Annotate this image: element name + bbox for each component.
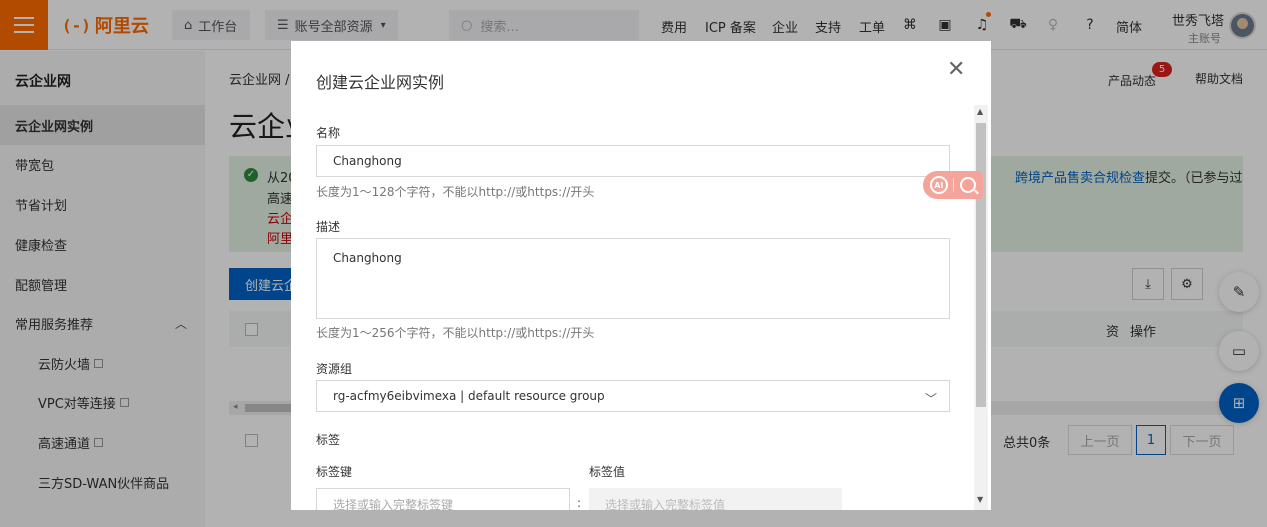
description-field[interactable]: Changhong	[316, 238, 950, 319]
name-field[interactable]: Changhong	[316, 145, 950, 177]
chevron-down-icon: ﹀	[924, 392, 937, 406]
vertical-scrollbar[interactable]: ▲ ▼	[974, 105, 988, 510]
resource-group-label: 资源组	[316, 362, 353, 376]
search-icon[interactable]	[960, 177, 977, 193]
ai-icon[interactable]: AI	[929, 176, 948, 194]
description-label: 描述	[316, 220, 341, 234]
description-hint: 长度为1～256个字符，不能以http://或https://开头	[316, 326, 595, 340]
dialog-title: 创建云企业网实例	[316, 73, 445, 92]
resource-group-select[interactable]: rg-acfmy6eibvimexa | default resource gr…	[316, 380, 950, 412]
scroll-thumb[interactable]	[976, 123, 986, 407]
tag-value-input[interactable]: 选择或输入完整标签值	[589, 488, 842, 510]
tag-separator: :	[577, 496, 582, 510]
ai-assistant-pill[interactable]: AI	[923, 171, 983, 199]
arrow-down-icon[interactable]: ▼	[977, 495, 983, 504]
create-cen-dialog: 创建云企业网实例 ✕ 名称 Changhong 长度为1～128个字符，不能以h…	[291, 41, 991, 510]
tag-key-input[interactable]: 选择或输入完整标签键	[316, 488, 570, 510]
tag-key-label: 标签键	[316, 465, 353, 479]
close-icon[interactable]: ✕	[947, 59, 965, 81]
name-label: 名称	[316, 126, 341, 140]
tag-value-label: 标签值	[589, 465, 626, 479]
tags-label: 标签	[316, 433, 341, 447]
name-hint: 长度为1～128个字符，不能以http://或https://开头	[316, 185, 595, 199]
arrow-up-icon[interactable]: ▲	[977, 107, 983, 116]
divider	[953, 178, 955, 192]
